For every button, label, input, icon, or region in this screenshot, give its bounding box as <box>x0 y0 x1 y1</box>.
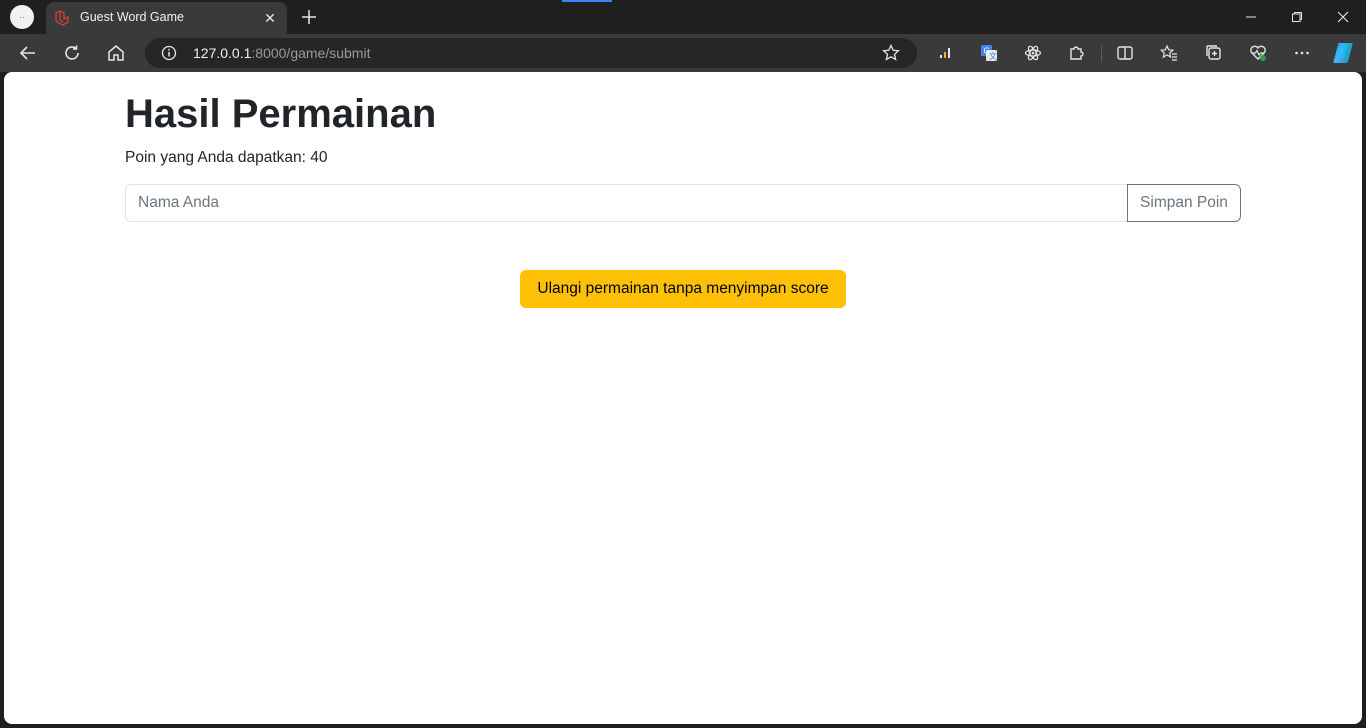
laravel-favicon-icon <box>54 10 70 26</box>
more-icon[interactable] <box>1287 38 1317 68</box>
restore-button[interactable] <box>1274 0 1320 34</box>
browser-tab[interactable]: Guest Word Game ✕ <box>46 2 287 34</box>
toolbar-separator <box>1101 46 1102 62</box>
collections-icon[interactable] <box>1199 38 1229 68</box>
address-bar[interactable]: 127.0.0.1:8000/game/submit <box>145 38 917 68</box>
home-icon[interactable] <box>101 38 131 68</box>
replay-without-saving-button[interactable]: Ulangi permainan tanpa menyimpan score <box>520 270 846 308</box>
tab-title: Guest Word Game <box>80 10 184 24</box>
page-viewport: Hasil Permainan Poin yang Anda dapatkan:… <box>4 72 1362 724</box>
refresh-icon[interactable] <box>57 38 87 68</box>
address-url[interactable]: 127.0.0.1:8000/game/submit <box>193 45 370 61</box>
chart-icon[interactable] <box>930 38 960 68</box>
favorite-star-icon[interactable] <box>882 44 900 62</box>
new-tab-button[interactable] <box>298 6 320 28</box>
site-info-icon[interactable] <box>161 45 177 61</box>
split-screen-icon[interactable] <box>1110 38 1140 68</box>
points-text: Poin yang Anda dapatkan: 40 <box>125 149 328 166</box>
back-arrow-icon[interactable] <box>13 38 43 68</box>
save-points-button[interactable]: Simpan Poin <box>1127 184 1241 222</box>
tab-strip-accent <box>562 0 612 2</box>
minimize-button[interactable] <box>1228 0 1274 34</box>
extensions-icon[interactable] <box>1062 38 1092 68</box>
close-window-button[interactable] <box>1320 0 1366 34</box>
url-path: :8000/game/submit <box>251 45 371 61</box>
page-title: Hasil Permainan <box>125 92 437 136</box>
favorites-icon[interactable] <box>1154 38 1184 68</box>
translate-icon[interactable]: G文 <box>974 38 1004 68</box>
browser-title-bar: ·· Guest Word Game ✕ <box>0 0 1366 34</box>
save-score-form: Simpan Poin <box>125 184 1241 222</box>
url-host: 127.0.0.1 <box>193 45 252 61</box>
svg-text:文: 文 <box>989 51 997 61</box>
atom-icon[interactable] <box>1018 38 1048 68</box>
copilot-icon[interactable] <box>1328 38 1358 68</box>
profile-avatar[interactable]: ·· <box>10 5 34 29</box>
name-input[interactable] <box>125 184 1128 222</box>
browser-toolbar: 127.0.0.1:8000/game/submit G文 <box>0 34 1366 72</box>
health-icon[interactable] <box>1243 38 1273 68</box>
close-tab-icon[interactable]: ✕ <box>262 10 278 26</box>
